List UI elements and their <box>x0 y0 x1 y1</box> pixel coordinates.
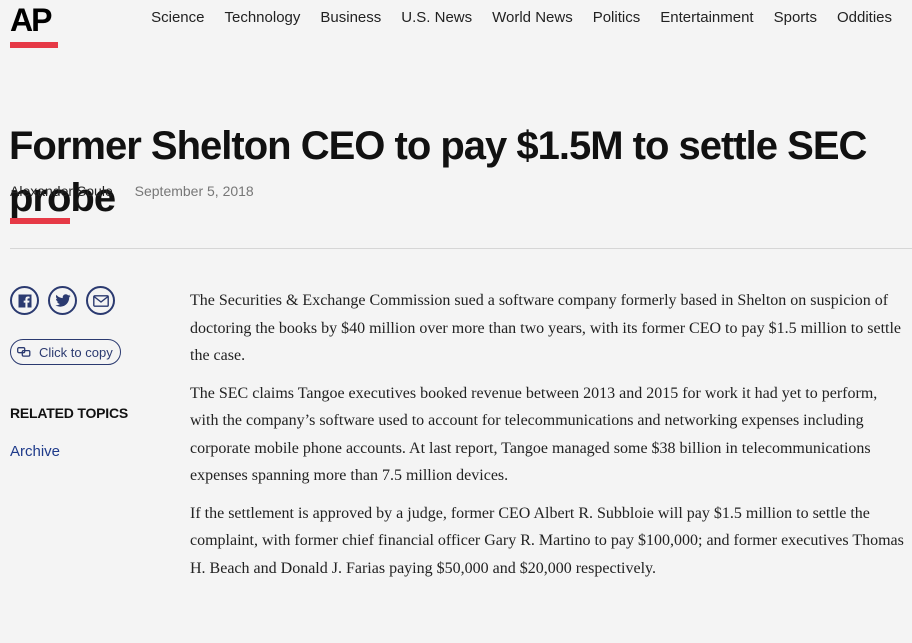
copy-link-button[interactable]: Click to copy <box>10 339 121 365</box>
nav-world-news[interactable]: World News <box>492 9 573 26</box>
nav-science[interactable]: Science <box>151 9 204 26</box>
twitter-share-button[interactable] <box>48 286 77 315</box>
ap-logo[interactable]: AP <box>10 0 58 48</box>
related-topics-heading: RELATED TOPICS <box>10 405 129 421</box>
byline-accent-bar <box>10 218 70 224</box>
email-share-button[interactable] <box>86 286 115 315</box>
byline: Alexander Soule September 5, 2018 <box>10 183 254 199</box>
nav-technology[interactable]: Technology <box>225 9 301 26</box>
nav-oddities[interactable]: Oddities <box>837 9 892 26</box>
email-icon <box>92 294 109 307</box>
main-nav: Science Technology Business U.S. News Wo… <box>151 9 892 26</box>
nav-entertainment[interactable]: Entertainment <box>660 9 753 26</box>
twitter-icon <box>55 293 70 307</box>
facebook-share-button[interactable] <box>10 286 39 315</box>
author-name: Alexander Soule <box>10 183 113 199</box>
related-topic-archive[interactable]: Archive <box>10 443 60 460</box>
nav-business[interactable]: Business <box>320 9 381 26</box>
article-paragraph: The Securities & Exchange Commission sue… <box>190 292 902 364</box>
article-body: The Securities & Exchange Commission sue… <box>190 287 905 592</box>
nav-sports[interactable]: Sports <box>774 9 817 26</box>
nav-politics[interactable]: Politics <box>593 9 641 26</box>
facebook-icon <box>18 294 31 308</box>
logo-text: AP <box>10 2 52 38</box>
share-buttons <box>10 286 115 315</box>
link-icon <box>17 347 31 357</box>
logo-underline <box>10 42 58 48</box>
article-paragraph: The SEC claims Tangoe executives booked … <box>190 384 878 485</box>
publish-date: September 5, 2018 <box>134 183 254 199</box>
copy-link-label: Click to copy <box>39 344 113 360</box>
header-divider <box>10 248 912 249</box>
article-paragraph: If the settlement is approved by a judge… <box>190 504 904 577</box>
article-headline: Former Shelton CEO to pay $1.5M to settl… <box>9 124 867 220</box>
nav-us-news[interactable]: U.S. News <box>401 9 472 26</box>
